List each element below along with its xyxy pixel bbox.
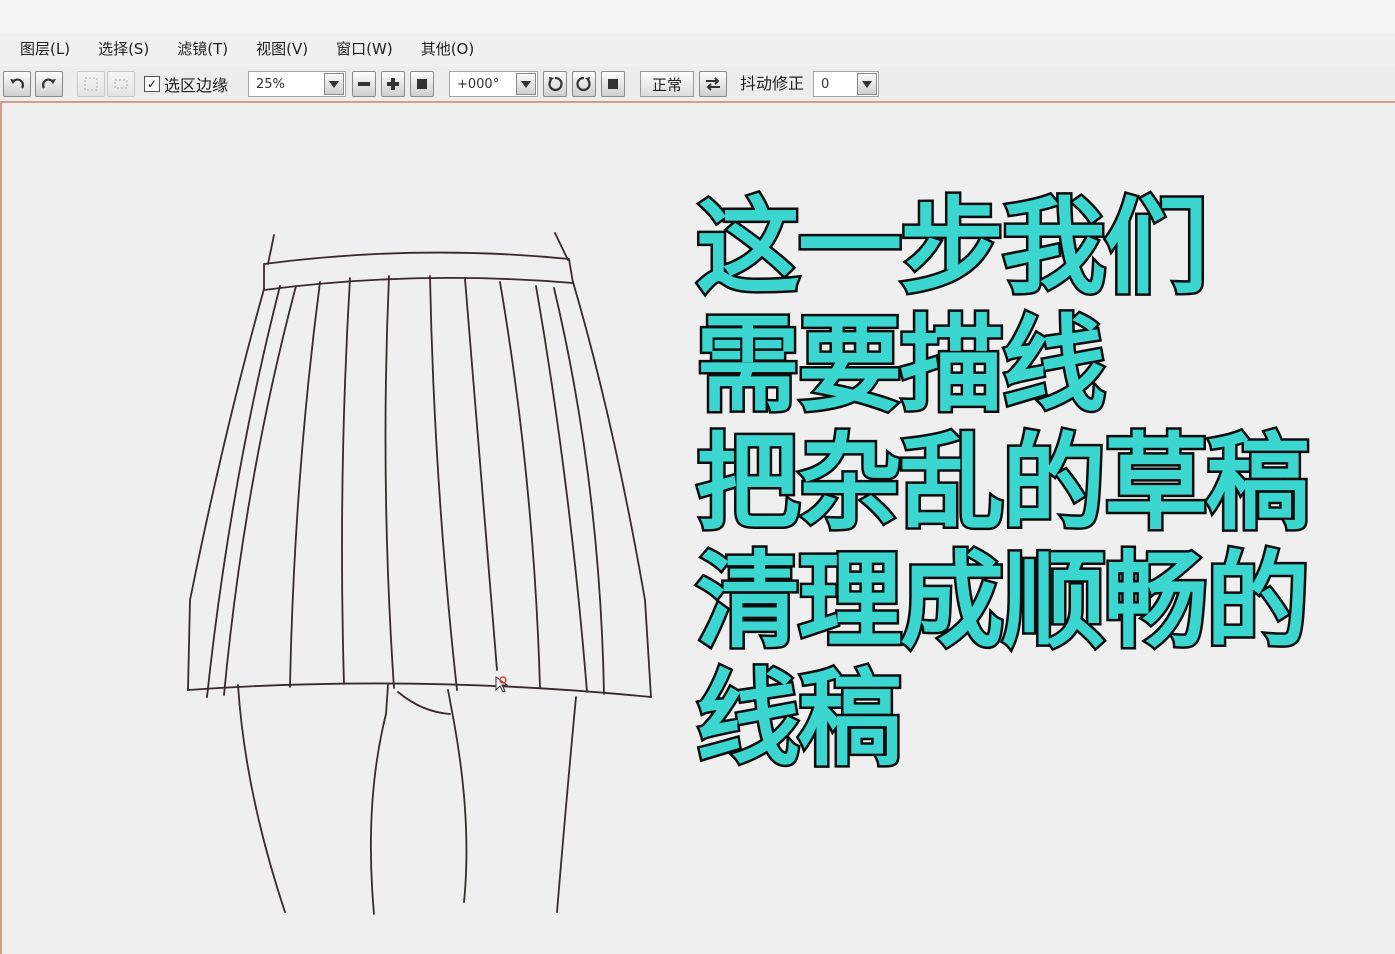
stabilizer-label: 抖动修正 [740, 74, 805, 93]
caption-line: 这一步我们 [693, 186, 1210, 309]
selection-edge-label: 选区边缘 [164, 76, 229, 95]
zoom-select[interactable]: 25% [248, 71, 346, 97]
menu-window[interactable]: 窗口(W) [322, 34, 407, 64]
zoom-value: 25% [256, 76, 285, 92]
pen-cursor-icon [494, 675, 510, 699]
chevron-down-icon[interactable] [857, 73, 877, 95]
chevron-down-icon[interactable] [324, 73, 344, 95]
plus-icon [387, 78, 399, 90]
selection-edge-toggle[interactable]: ✓ 选区边缘 [144, 71, 228, 97]
menu-select[interactable]: 选择(S) [84, 34, 163, 64]
tutorial-caption: 这一步我们 需要描线 把杂乱的草稿 清理成顺畅的 线稿 [693, 186, 1312, 781]
deselect-button[interactable] [77, 71, 105, 97]
menu-other[interactable]: 其他(O) [407, 34, 489, 64]
selection-clear-icon [84, 77, 98, 91]
caption-line: 把杂乱的草稿 [693, 422, 1312, 545]
minus-icon [358, 82, 370, 86]
rotate-right-button[interactable] [572, 71, 596, 97]
rotate-right-icon [576, 76, 591, 92]
square-icon [417, 79, 427, 89]
selection-invert-icon [114, 79, 128, 89]
flip-horizontal-button[interactable] [699, 71, 727, 97]
undo-icon [10, 78, 24, 89]
menu-filter[interactable]: 滤镜(T) [163, 34, 242, 64]
invert-selection-button[interactable] [107, 71, 135, 97]
rotation-select[interactable]: +000° [449, 71, 538, 97]
caption-line: 线稿 [693, 658, 904, 781]
menu-layer[interactable]: 图层(L) [0, 34, 84, 64]
redo-icon [42, 78, 56, 89]
redo-button[interactable] [35, 71, 63, 97]
zoom-in-button[interactable] [381, 71, 405, 97]
stabilizer-select[interactable]: 0 [813, 71, 879, 97]
stabilizer-value: 0 [821, 76, 830, 92]
rotation-reset-button[interactable] [601, 71, 625, 97]
undo-button[interactable] [3, 71, 31, 97]
flip-horizontal-icon [706, 77, 720, 91]
caption-line: 清理成顺畅的 [693, 540, 1312, 663]
rotation-value: +000° [457, 76, 500, 92]
toolbar: ✓ 选区边缘 25% +000° 正常 抖动修正 0 [0, 66, 1395, 103]
window-top-strip [0, 0, 1395, 34]
checkbox[interactable]: ✓ [144, 76, 160, 92]
blend-mode-button[interactable]: 正常 [640, 71, 694, 97]
zoom-out-button[interactable] [352, 71, 376, 97]
rotate-left-button[interactable] [543, 71, 567, 97]
caption-line: 需要描线 [693, 304, 1108, 427]
square-icon [608, 79, 618, 89]
menu-bar: 图层(L) 选择(S) 滤镜(T) 视图(V) 窗口(W) 其他(O) [0, 34, 1395, 64]
zoom-reset-button[interactable] [410, 71, 434, 97]
chevron-down-icon[interactable] [516, 73, 536, 95]
blend-mode-label: 正常 [651, 75, 682, 94]
menu-view[interactable]: 视图(V) [242, 34, 322, 64]
rotate-left-icon [548, 76, 563, 92]
